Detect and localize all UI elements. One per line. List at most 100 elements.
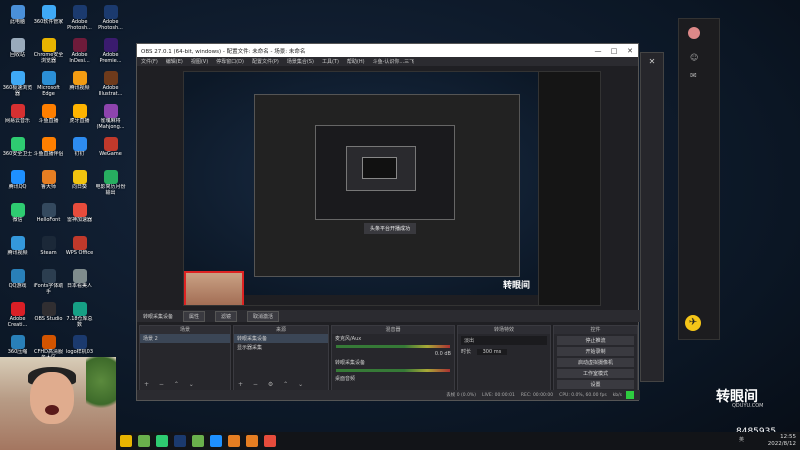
chat-icon[interactable] xyxy=(138,435,150,447)
empty-slot xyxy=(104,302,118,316)
status-dropped-frames: 丢帧 0 (0.0%) xyxy=(446,393,476,398)
search-icon[interactable] xyxy=(264,435,276,447)
ludashi-icon xyxy=(41,170,56,184)
message-icon[interactable]: ✉ xyxy=(690,71,700,81)
background-window[interactable]: ✕ xyxy=(640,52,664,382)
photoshop-icon[interactable] xyxy=(174,435,186,447)
source-item[interactable]: 转眼采集设备 xyxy=(234,334,328,343)
nested-preview xyxy=(315,125,455,220)
desktop-shortcut[interactable]: 雷神加速器 xyxy=(64,200,95,233)
desktop-shortcut[interactable]: 微信 xyxy=(2,200,33,233)
desktop-shortcut[interactable]: 斗鱼直播 xyxy=(33,101,64,134)
desktop-shortcut[interactable]: Chrome安全浏览器 xyxy=(33,35,64,68)
virtual-camera-button[interactable]: 启动虚拟摄像机 xyxy=(557,358,634,367)
desktop-shortcut[interactable]: Microsoft Edge xyxy=(33,68,64,101)
desktop-shortcut[interactable]: 虎牙直播 xyxy=(64,101,95,134)
desktop-shortcut[interactable]: 钉钉 xyxy=(64,134,95,167)
user-icon[interactable]: ☺ xyxy=(690,53,700,63)
source-item[interactable]: 显示器采集 xyxy=(234,343,328,352)
menu-help[interactable]: 帮助(H) xyxy=(347,58,365,65)
accelerator-icon[interactable] xyxy=(192,435,204,447)
start-recording-button[interactable]: 开始录制 xyxy=(557,347,634,356)
desktop-shortcut[interactable]: 雀魂麻将 (Mahjong... xyxy=(95,101,126,134)
desktop-shortcut[interactable]: 网易云音乐 xyxy=(2,101,33,134)
desktop-shortcut[interactable]: WPS Office xyxy=(64,233,95,266)
qq-game-icon xyxy=(10,269,25,283)
desktop-shortcut[interactable]: QQ游戏 xyxy=(2,266,33,299)
photoshop-icon xyxy=(72,5,87,19)
desktop-shortcut-label: 日本看美人 xyxy=(66,283,92,289)
menu-docks[interactable]: 停靠窗口(D) xyxy=(216,58,244,65)
clock[interactable]: 12:55 2022/8/12 xyxy=(768,434,796,448)
desktop-shortcut-label: 向日葵 xyxy=(71,184,87,190)
obs-preview[interactable]: 头条平台开播成功 转眼间 xyxy=(183,71,601,306)
desktop-shortcut[interactable]: 腾讯视频 xyxy=(2,233,33,266)
menu-edit[interactable]: 编辑(E) xyxy=(166,58,183,65)
scene-item[interactable]: 场景 2 xyxy=(140,334,230,343)
menu-plugin[interactable]: 斗鱼-认识你...三飞 xyxy=(373,58,415,65)
settings-button[interactable]: 设置 xyxy=(557,380,634,389)
obs-window-title: OBS 27.0.1 (64-bit, windows) - 配置文件: 未命名… xyxy=(141,48,306,55)
desktop-shortcut xyxy=(95,299,126,332)
avatar[interactable] xyxy=(688,27,700,39)
desktop-shortcut[interactable]: Adobe Photosh... xyxy=(64,2,95,35)
desktop-shortcut[interactable]: 电影简历月份输出 xyxy=(95,167,126,200)
douyu-icon[interactable] xyxy=(246,435,258,447)
minimize-button[interactable]: — xyxy=(590,47,606,55)
desktop-shortcut[interactable]: Adobe Creati... xyxy=(2,299,33,332)
desktop-shortcut[interactable]: 360软件管家 xyxy=(33,2,64,35)
maximize-button[interactable]: □ xyxy=(606,47,622,55)
desktop-shortcut[interactable]: Adobe Illustrat... xyxy=(95,68,126,101)
desktop-shortcut[interactable]: 回收站 xyxy=(2,35,33,68)
desktop-shortcut-label: QQ游戏 xyxy=(8,283,27,289)
desktop-shortcut[interactable]: 腾讯视频 xyxy=(64,68,95,101)
desktop-shortcut[interactable]: 腾讯QQ xyxy=(2,167,33,200)
desktop-shortcut[interactable]: 鲁大师 xyxy=(33,167,64,200)
desktop-shortcut[interactable]: Adobe Photosh... xyxy=(95,2,126,35)
properties-button[interactable]: 属性 xyxy=(183,310,206,322)
desktop-shortcut[interactable]: Adobe InDesi... xyxy=(64,35,95,68)
filters-button[interactable]: 滤镜 xyxy=(215,310,238,322)
desktop-shortcut[interactable]: 360极速浏览器 xyxy=(2,68,33,101)
menu-profile[interactable]: 配置文件(P) xyxy=(252,58,279,65)
duration-input[interactable]: 300 ms xyxy=(476,349,508,355)
desktop-shortcut[interactable]: OBS Studio xyxy=(33,299,64,332)
close-button[interactable]: ✕ xyxy=(622,47,638,55)
desktop-shortcut[interactable]: 日本看美人 xyxy=(64,266,95,299)
desktop-shortcut-label: 鲁大师 xyxy=(40,184,56,190)
obs-icon[interactable] xyxy=(228,435,240,447)
menu-file[interactable]: 文件(F) xyxy=(141,58,158,65)
preview-webcam-source[interactable] xyxy=(184,271,244,305)
deactivate-button[interactable]: 取消激活 xyxy=(247,310,280,322)
desktop-shortcut-label: 斗鱼直播伴侣 xyxy=(33,151,64,157)
computer-icon xyxy=(10,5,25,19)
stop-streaming-button[interactable]: 停止推流 xyxy=(557,336,634,345)
wechat-icon[interactable] xyxy=(210,435,222,447)
menu-tools[interactable]: 工具(T) xyxy=(322,58,339,65)
desktop-shortcut[interactable]: WeGame xyxy=(95,134,126,167)
selected-source-label: 转眼采集设备 xyxy=(143,313,174,320)
desktop-shortcut[interactable]: HelloFont xyxy=(33,200,64,233)
input-method-indicator[interactable]: 英 xyxy=(739,436,744,443)
desktop-shortcut[interactable]: 360安全卫士 xyxy=(2,134,33,167)
transition-select[interactable]: 淡出 xyxy=(461,336,547,345)
streamer-face xyxy=(30,372,74,424)
accelerator-icon xyxy=(72,203,87,217)
menu-scene-collection[interactable]: 场景集合(S) xyxy=(287,58,314,65)
desktop-shortcut[interactable]: 此电脑 xyxy=(2,2,33,35)
desktop-shortcut[interactable]: Steam xyxy=(33,233,64,266)
desktop-shortcut[interactable]: 斗鱼直播伴侣 xyxy=(33,134,64,167)
desktop-shortcut[interactable]: 7.18仓库总数 xyxy=(64,299,95,332)
chrome-icon[interactable] xyxy=(120,435,132,447)
desktop-shortcut[interactable]: 向日葵 xyxy=(64,167,95,200)
scenes-footer-controls[interactable]: + − ⌃ ⌄ xyxy=(140,381,230,390)
dingtalk-icon xyxy=(72,137,87,151)
desktop-shortcut[interactable]: iFonts字体助手 xyxy=(33,266,64,299)
wechat-icon[interactable] xyxy=(156,435,168,447)
sources-footer-controls[interactable]: + − ⚙ ⌃ ⌄ xyxy=(234,381,328,390)
douyu-logo-icon[interactable]: ✈ xyxy=(685,315,701,331)
background-close-icon[interactable]: ✕ xyxy=(641,57,663,66)
desktop-shortcut[interactable]: Adobe Premie... xyxy=(95,35,126,68)
studio-mode-button[interactable]: 工作室模式 xyxy=(557,369,634,378)
menu-view[interactable]: 视图(V) xyxy=(191,58,208,65)
